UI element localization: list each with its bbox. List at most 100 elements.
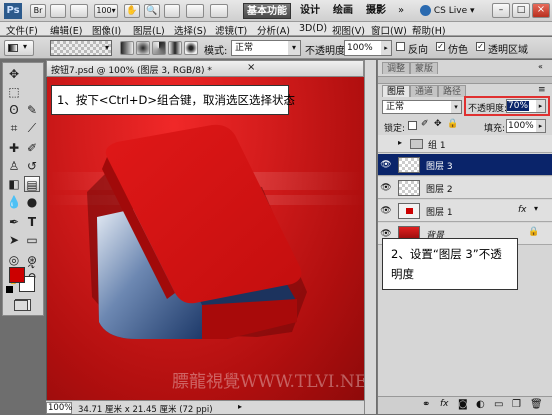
menu-analysis[interactable]: 分析(A) xyxy=(257,23,290,37)
reverse-checkbox[interactable] xyxy=(396,42,405,51)
hand-tool-button[interactable]: ✋ xyxy=(124,4,140,18)
zoom-level-button[interactable]: 100▾ xyxy=(94,4,118,18)
gradient-tool-icon[interactable]: ▤ xyxy=(24,176,40,192)
brush-tool-icon[interactable]: ✐ xyxy=(24,140,40,156)
document-canvas[interactable]: 膘龍視覺WWW.TLVI.NET 1、按下<Ctrl+D>组合键，取消选区选择状… xyxy=(46,77,364,400)
tab-layers[interactable]: 图层 xyxy=(382,85,411,97)
mode-select[interactable]: 正常 ▾ xyxy=(231,40,301,56)
tool-preset-picker[interactable]: ▾ xyxy=(4,40,34,56)
type-tool-icon[interactable]: T xyxy=(24,214,40,230)
default-colors-icon[interactable] xyxy=(6,286,13,293)
tab-adjustments[interactable]: 调整 xyxy=(382,62,411,74)
shape-tool-icon[interactable]: ▭ xyxy=(24,232,40,248)
expand-triangle-icon[interactable]: ▸ xyxy=(398,138,402,147)
new-layer-icon[interactable]: ❐ xyxy=(512,399,521,410)
visibility-eye-icon[interactable]: 👁 xyxy=(380,182,392,194)
minimize-button[interactable]: – xyxy=(492,3,510,18)
link-layers-icon[interactable]: ⚭ xyxy=(422,399,430,410)
lock-transparency-icon[interactable] xyxy=(408,121,417,130)
menu-window[interactable]: 窗口(W) xyxy=(371,23,407,37)
add-style-icon[interactable]: fx xyxy=(440,399,449,409)
workspace-photography[interactable]: 摄影 xyxy=(361,3,391,19)
close-tab-icon[interactable]: × xyxy=(247,62,255,73)
zoom-field[interactable]: 100% xyxy=(46,402,72,414)
layer-opacity-input[interactable]: 70% ▸ xyxy=(506,99,546,113)
vertical-scrollbar[interactable] xyxy=(364,60,376,414)
angle-gradient-button[interactable] xyxy=(152,41,166,55)
swap-colors-icon[interactable]: ↷ xyxy=(28,263,35,272)
lasso-tool-icon[interactable]: ʘ xyxy=(6,102,22,118)
arrange-documents-button[interactable] xyxy=(186,4,204,18)
crop-tool-icon[interactable]: ⌗ xyxy=(6,120,22,136)
gradient-picker[interactable]: ▾ xyxy=(50,40,112,56)
delete-layer-icon[interactable]: 🗑 xyxy=(530,399,543,410)
3d-rotate-tool-icon[interactable]: ◎ xyxy=(6,252,22,268)
close-button[interactable]: × xyxy=(532,3,550,18)
tab-masks[interactable]: 蒙版 xyxy=(410,62,439,74)
rotate-view-button[interactable] xyxy=(164,4,180,18)
transparency-checkbox[interactable]: ✓ xyxy=(476,42,485,51)
new-group-icon[interactable]: ▭ xyxy=(494,399,503,410)
cs-live-button[interactable]: CS Live ▾ xyxy=(420,4,482,18)
move-tool-icon[interactable]: ✥ xyxy=(6,66,22,82)
menu-filter[interactable]: 滤镜(T) xyxy=(215,23,247,37)
menu-layer[interactable]: 图层(L) xyxy=(133,23,165,37)
lock-position-icon[interactable]: ✥ xyxy=(434,119,442,129)
panel-menu-icon[interactable]: ≡ xyxy=(538,85,546,95)
workspace-design[interactable]: 设计 xyxy=(295,3,325,19)
eyedropper-tool-icon[interactable]: ⟋ xyxy=(24,120,40,136)
status-menu-arrow-icon[interactable]: ▸ xyxy=(238,402,242,411)
clone-stamp-tool-icon[interactable]: ♙ xyxy=(6,158,22,174)
workspace-essentials[interactable]: 基本功能 xyxy=(243,3,291,19)
lock-all-icon[interactable]: 🔒 xyxy=(447,119,458,129)
tab-channels[interactable]: 通道 xyxy=(410,85,439,97)
path-selection-tool-icon[interactable]: ➤ xyxy=(6,232,22,248)
layer-effects-icon[interactable]: fx xyxy=(518,205,527,215)
blur-tool-icon[interactable]: 💧 xyxy=(6,194,22,210)
dither-checkbox[interactable]: ✓ xyxy=(436,42,445,51)
chevron-right-icon[interactable]: ▸ xyxy=(536,120,545,132)
healing-brush-tool-icon[interactable]: ✚ xyxy=(6,140,22,156)
mini-bridge-button[interactable] xyxy=(50,4,66,18)
screen-mode-button[interactable] xyxy=(210,4,228,18)
panel-collapse-icon[interactable]: « xyxy=(538,62,543,71)
zoom-tool-button[interactable]: 🔍 xyxy=(144,4,160,18)
diamond-gradient-button[interactable] xyxy=(184,41,198,55)
linear-gradient-button[interactable] xyxy=(120,41,134,55)
menu-view[interactable]: 视图(V) xyxy=(332,23,365,37)
lock-pixels-icon[interactable]: ✐ xyxy=(421,119,429,129)
workspace-menu-chevron-icon[interactable]: » xyxy=(394,3,408,19)
history-brush-tool-icon[interactable]: ↺ xyxy=(24,158,40,174)
workspace-painting[interactable]: 绘画 xyxy=(328,3,358,19)
add-mask-icon[interactable]: ◙ xyxy=(458,399,468,410)
pen-tool-icon[interactable]: ✒ xyxy=(6,214,22,230)
layer-row-group1[interactable]: ▸ 组 1 xyxy=(378,135,552,153)
eraser-tool-icon[interactable]: ◧ xyxy=(6,176,22,192)
quick-select-tool-icon[interactable]: ✎ xyxy=(24,102,40,118)
menu-edit[interactable]: 编辑(E) xyxy=(50,23,82,37)
visibility-eye-icon[interactable]: 👁 xyxy=(380,205,392,217)
chevron-right-icon[interactable]: ▸ xyxy=(536,100,545,112)
view-extras-button[interactable] xyxy=(70,4,88,18)
blend-mode-select[interactable]: 正常 ▾ xyxy=(382,100,462,114)
menu-help[interactable]: 帮助(H) xyxy=(412,23,446,37)
adjustment-layer-icon[interactable]: ◐ xyxy=(476,399,485,410)
fill-input[interactable]: 100% ▸ xyxy=(506,119,546,133)
layer-row-layer3[interactable]: 👁 图层 3 xyxy=(378,154,552,176)
layer-row-layer2[interactable]: 👁 图层 2 xyxy=(378,177,552,199)
layer-row-layer1[interactable]: 👁 图层 1 fx ▾ xyxy=(378,200,552,222)
menu-select[interactable]: 选择(S) xyxy=(174,23,206,37)
visibility-eye-icon[interactable]: 👁 xyxy=(380,159,392,171)
menu-3d[interactable]: 3D(D) xyxy=(299,23,327,34)
foreground-color-swatch[interactable] xyxy=(9,267,25,283)
reflected-gradient-button[interactable] xyxy=(168,41,182,55)
visibility-eye-icon[interactable] xyxy=(380,138,392,150)
document-tab[interactable]: 按钮7.psd @ 100% (图层 3, RGB/8) * × xyxy=(46,60,364,77)
opacity-input[interactable]: 100% ▸ xyxy=(344,40,392,56)
menu-image[interactable]: 图像(I) xyxy=(92,23,121,37)
tab-paths[interactable]: 路径 xyxy=(438,85,467,97)
maximize-button[interactable]: □ xyxy=(512,3,530,18)
dodge-tool-icon[interactable]: ● xyxy=(24,194,40,210)
screen-mode-icon[interactable] xyxy=(14,300,28,311)
marquee-tool-icon[interactable]: ⬚ xyxy=(6,84,22,100)
